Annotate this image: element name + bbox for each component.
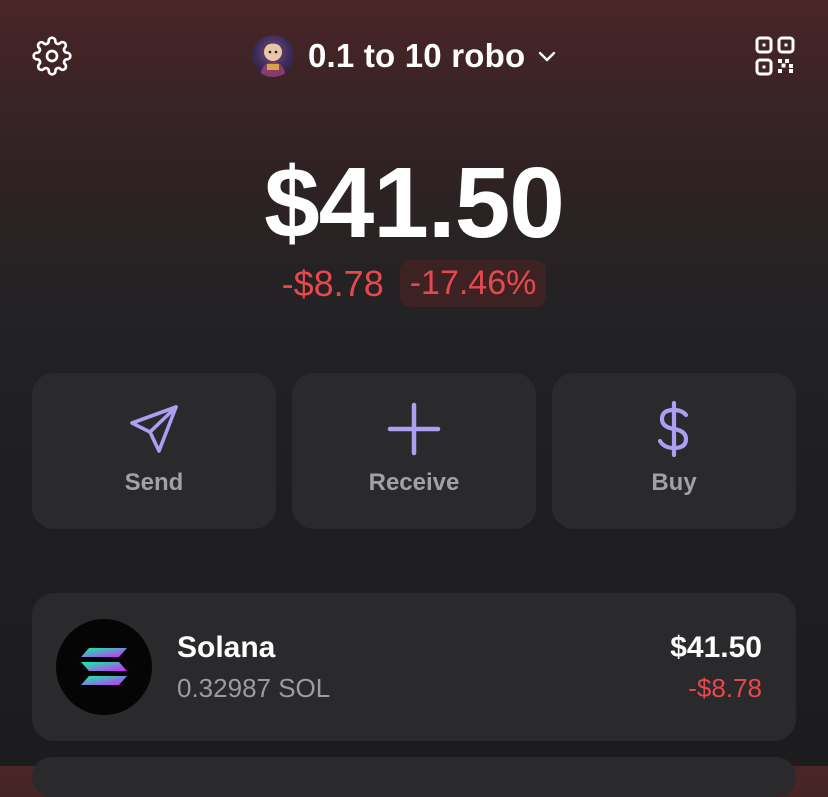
token-change: -$8.78 xyxy=(688,673,762,703)
receive-button[interactable]: Receive xyxy=(292,373,536,529)
gear-icon xyxy=(32,36,72,76)
balance-change-row: -$8.78 -17.46% xyxy=(0,260,828,307)
token-row-partial[interactable] xyxy=(32,757,796,797)
token-name: Solana xyxy=(177,631,276,664)
dollar-icon xyxy=(552,401,796,457)
settings-button[interactable] xyxy=(30,34,74,78)
plus-icon xyxy=(292,401,536,457)
chevron-down-icon xyxy=(535,43,561,69)
action-buttons: Send Receive Buy xyxy=(32,373,796,529)
total-balance: $41.50 xyxy=(264,147,565,259)
wallet-header: 0.1 to 10 robo xyxy=(0,0,828,110)
account-selector[interactable]: 0.1 to 10 robo xyxy=(252,34,561,78)
qr-code-icon xyxy=(755,36,795,76)
token-value: $41.50 xyxy=(670,631,762,664)
balance-change-percent-badge: -17.46% xyxy=(399,260,547,307)
buy-label: Buy xyxy=(651,469,697,496)
account-name: 0.1 to 10 robo xyxy=(308,37,526,74)
buy-button[interactable]: Buy xyxy=(552,373,796,529)
qr-code-button[interactable] xyxy=(754,35,796,77)
receive-label: Receive xyxy=(368,469,460,496)
avatar xyxy=(252,35,294,77)
send-button[interactable]: Send xyxy=(32,373,276,529)
send-icon xyxy=(32,401,276,457)
balance-change-amount: -$8.78 xyxy=(281,262,384,304)
send-label: Send xyxy=(124,469,184,496)
token-row-solana[interactable]: Solana 0.32987 SOL $41.50 -$8.78 xyxy=(32,593,796,741)
solana-logo-icon xyxy=(56,619,152,715)
token-amount: 0.32987 SOL xyxy=(177,673,331,703)
